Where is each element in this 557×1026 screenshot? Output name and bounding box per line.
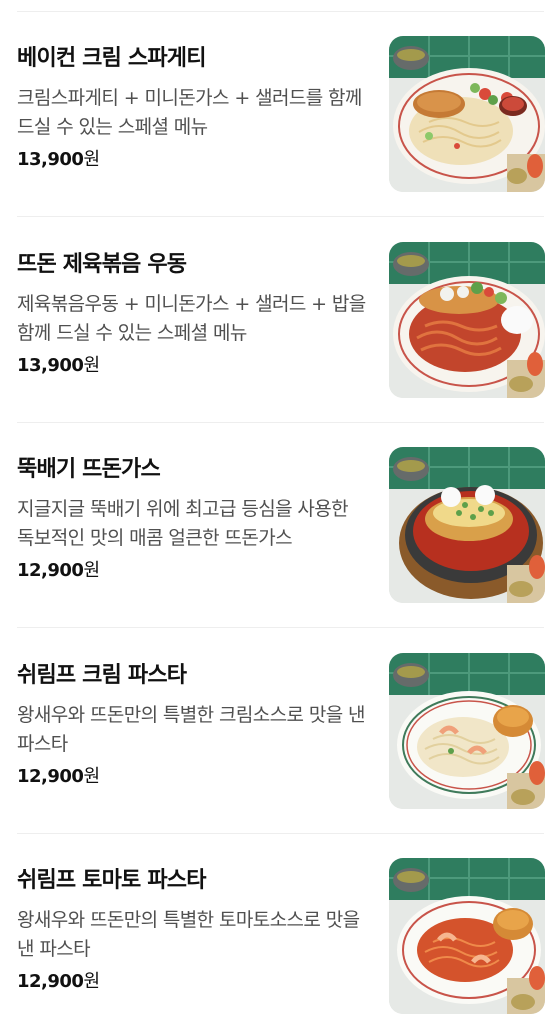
menu-item-description: 지글지글 뚝배기 위에 최고급 등심을 사용한 독보적인 맛의 매콤 얼큰한 뜨… [17,498,349,549]
menu-item-name: 쉬림프 토마토 파스타 [17,868,206,893]
price-value: 13,900 [17,149,84,170]
menu-item-description: 왕새우와 뜨돈만의 특별한 토마토소스로 맛을 낸 파스타 [17,909,360,960]
shrimp-cream-pasta-photo [389,653,545,809]
menu-item-text: 뚝배기 뜨돈가스 지글지글 뚝배기 위에 최고급 등심을 사용한 독보적인 맛의… [17,455,367,583]
spicy-pork-udon-photo [389,242,545,398]
bacon-cream-spaghetti-photo [389,36,545,192]
menu-item-spicy-pork-udon[interactable]: 뜨돈 제육볶음 우동 제육볶음우동 + 미니돈가스 + 샐러드 + 밥을 함께 … [17,242,545,398]
item-divider [17,833,544,834]
price-value: 12,900 [17,971,84,992]
menu-item-price: 12,900원 [17,970,367,994]
menu-item-text: 쉬림프 크림 파스타 왕새우와 뜨돈만의 특별한 크림소스로 맛을 낸 파스타 … [17,661,367,789]
price-currency: 원 [83,355,100,376]
menu-item-name: 뜨돈 제육볶음 우동 [17,252,187,277]
price-value: 12,900 [17,766,84,787]
menu-item-shrimp-cream-pasta[interactable]: 쉬림프 크림 파스타 왕새우와 뜨돈만의 특별한 크림소스로 맛을 낸 파스타 … [17,653,545,809]
menu-item-price: 12,900원 [17,559,367,583]
menu-item-description: 왕새우와 뜨돈만의 특별한 크림소스로 맛을 낸 파스타 [17,704,366,755]
price-currency: 원 [83,971,100,992]
item-divider [17,627,544,628]
menu-item-shrimp-tomato-pasta[interactable]: 쉬림프 토마토 파스타 왕새우와 뜨돈만의 특별한 토마토소스로 맛을 낸 파스… [17,858,545,1014]
item-divider [17,422,544,423]
menu-item-price: 12,900원 [17,765,367,789]
menu-item-text: 뜨돈 제육볶음 우동 제육볶음우동 + 미니돈가스 + 샐러드 + 밥을 함께 … [17,250,367,378]
menu-item-price: 13,900원 [17,148,367,172]
ttukbaegi-tonkatsu-photo [389,447,545,603]
top-divider [17,11,544,12]
menu-item-description: 제육볶음우동 + 미니돈가스 + 샐러드 + 밥을 함께 드실 수 있는 스페셜… [17,293,366,344]
price-currency: 원 [83,560,100,581]
price-currency: 원 [83,149,100,170]
menu-item-bacon-cream-spaghetti[interactable]: 베이컨 크림 스파게티 크림스파게티 + 미니돈가스 + 샐러드를 함께 드실 … [17,36,545,192]
menu-item-name: 베이컨 크림 스파게티 [17,46,206,71]
menu-item-name: 쉬림프 크림 파스타 [17,663,187,688]
menu-item-text: 베이컨 크림 스파게티 크림스파게티 + 미니돈가스 + 샐러드를 함께 드실 … [17,44,367,172]
shrimp-tomato-pasta-photo [389,858,545,1014]
menu-item-price: 13,900원 [17,354,367,378]
price-currency: 원 [83,766,100,787]
price-value: 12,900 [17,560,84,581]
menu-item-ttukbaegi-tonkatsu[interactable]: 뚝배기 뜨돈가스 지글지글 뚝배기 위에 최고급 등심을 사용한 독보적인 맛의… [17,447,545,603]
menu-item-text: 쉬림프 토마토 파스타 왕새우와 뜨돈만의 특별한 토마토소스로 맛을 낸 파스… [17,866,367,994]
menu-item-name: 뚝배기 뜨돈가스 [17,457,161,482]
price-value: 13,900 [17,355,84,376]
item-divider [17,216,544,217]
menu-item-description: 크림스파게티 + 미니돈가스 + 샐러드를 함께 드실 수 있는 스페셜 메뉴 [17,87,362,138]
